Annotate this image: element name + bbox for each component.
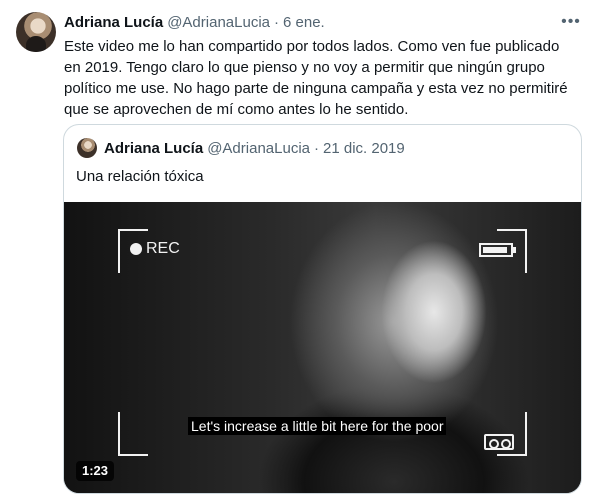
video-subtitle: Let's increase a little bit here for the… <box>188 417 447 435</box>
tweet-date[interactable]: 6 ene. <box>283 14 325 31</box>
separator-dot: · <box>314 139 319 157</box>
author-handle[interactable]: @AdrianaLucia <box>167 14 270 31</box>
rec-indicator: REC <box>130 240 180 258</box>
rec-label: REC <box>146 240 180 257</box>
video-duration: 1:23 <box>76 461 115 481</box>
author-name[interactable]: Adriana Lucía <box>64 14 163 31</box>
viewfinder-corner <box>118 412 148 456</box>
battery-icon <box>479 243 516 257</box>
tweet-text-line: que se aprovechen de mí como antes lo he… <box>64 101 409 118</box>
quoted-author-handle: @AdrianaLucia <box>207 139 310 157</box>
quoted-avatar <box>77 138 97 158</box>
tweet-text: Este video me lo han compartido por todo… <box>64 36 594 120</box>
quoted-tweet[interactable]: Adriana Lucía @AdrianaLucia · 21 dic. 20… <box>63 124 582 494</box>
tweet-header: Adriana Lucía @AdrianaLucia · 6 ene. <box>64 12 325 32</box>
separator-dot: · <box>274 13 279 31</box>
avatar[interactable] <box>16 12 56 52</box>
tweet-text-line: Este video me lo han compartido por todo… <box>64 38 560 55</box>
quoted-text: Una relación tóxica <box>76 168 204 185</box>
quoted-header: Adriana Lucía @AdrianaLucia · 21 dic. 20… <box>104 138 405 158</box>
cassette-icon <box>484 434 514 450</box>
tweet[interactable]: Adriana Lucía @AdrianaLucia · 6 ene. •••… <box>0 0 613 500</box>
tweet-text-line: político me use. No hago parte de ningun… <box>64 80 568 97</box>
quoted-date: 21 dic. 2019 <box>323 139 405 157</box>
more-horizontal-icon[interactable]: ••• <box>559 10 583 34</box>
video-player[interactable]: REC Let's increase a little bit here for… <box>64 202 581 493</box>
quoted-author-name: Adriana Lucía <box>104 139 204 157</box>
record-dot-icon <box>130 243 142 255</box>
tweet-text-line: en 2019. Tengo claro lo que pienso y no … <box>64 59 545 76</box>
